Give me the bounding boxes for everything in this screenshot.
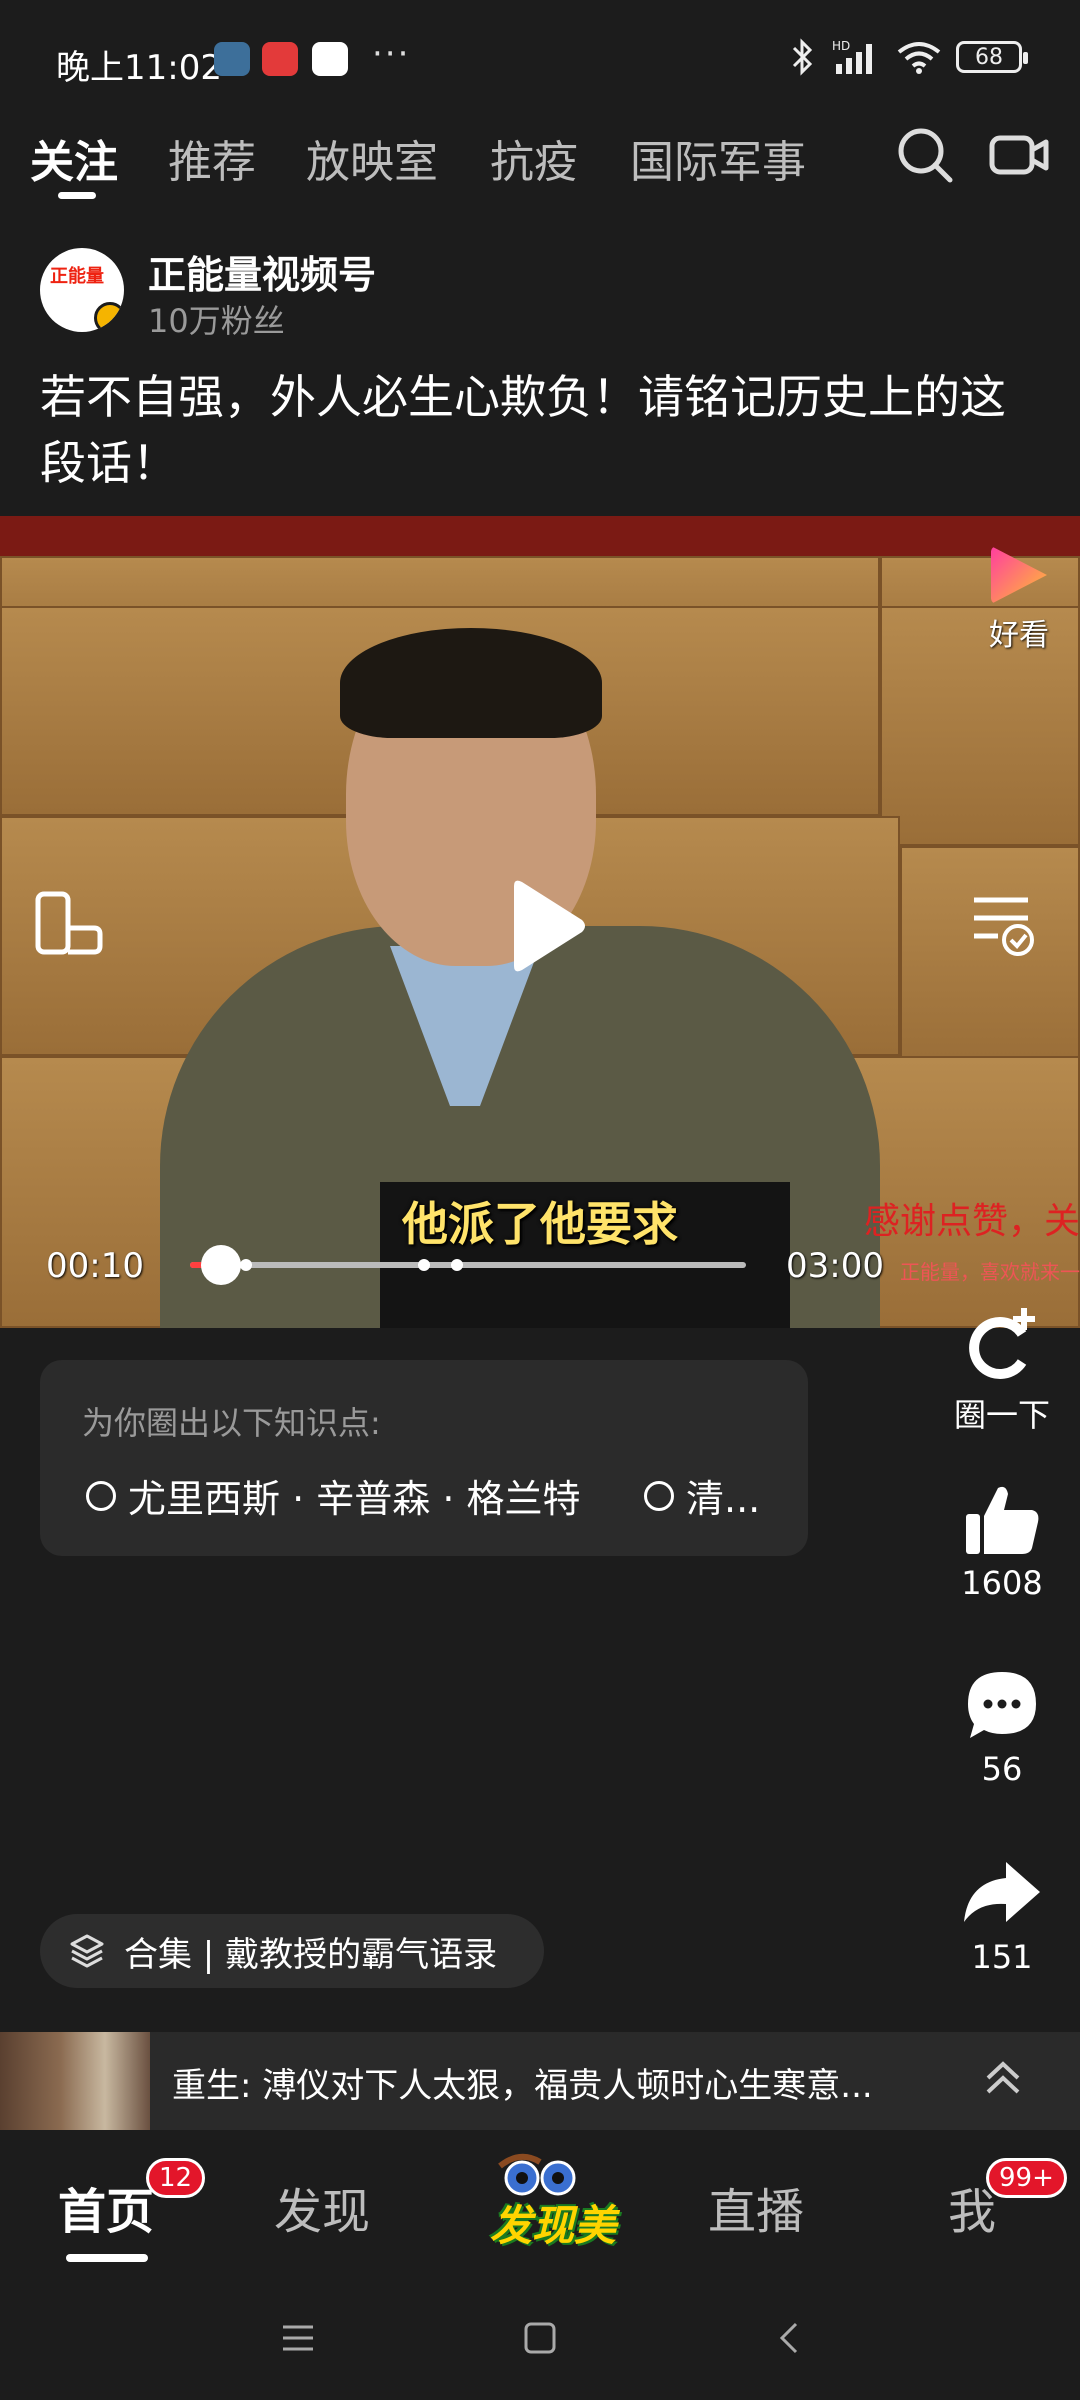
tab-cinema[interactable]: 放映室 bbox=[306, 126, 438, 190]
verified-badge-icon bbox=[94, 302, 124, 332]
circle-icon bbox=[86, 1480, 116, 1511]
play-icon[interactable] bbox=[500, 876, 590, 976]
signal-icon: HD bbox=[832, 39, 872, 74]
author-name[interactable]: 正能量视频号 bbox=[148, 244, 376, 299]
knowledge-item-label: 尤里西斯 · 辛普森 · 格兰特 bbox=[128, 1477, 581, 1521]
knowledge-item[interactable]: 尤里西斯 · 辛普森 · 格兰特 bbox=[86, 1468, 580, 1523]
settings-app-icon bbox=[214, 42, 250, 76]
knowledge-item[interactable]: 清... bbox=[644, 1468, 760, 1523]
progress-track[interactable] bbox=[190, 1245, 746, 1285]
me-badge: 99+ bbox=[986, 2158, 1067, 2198]
knowledge-heading: 为你圈出以下知识点: bbox=[82, 1404, 381, 1442]
total-time: 03:00 bbox=[786, 1246, 884, 1286]
home-badge: 12 bbox=[146, 2158, 206, 2198]
menu-icon[interactable] bbox=[280, 2320, 316, 2356]
status-bar: 晚上11:02 ··· HD 68 bbox=[0, 0, 1080, 100]
video-watermark: 感谢点赞，关 bbox=[863, 1201, 1080, 1242]
circle-action[interactable]: 圈一下 bbox=[932, 1304, 1072, 1436]
active-nav-indicator bbox=[66, 2254, 148, 2262]
chapter-mark bbox=[239, 1259, 252, 1271]
like-count: 1608 bbox=[961, 1564, 1043, 1602]
status-time: 晚上11:02 bbox=[56, 48, 222, 88]
chapter-mark bbox=[450, 1259, 463, 1271]
knowledge-points-card: 为你圈出以下知识点: 尤里西斯 · 辛普森 · 格兰特 清... bbox=[40, 1360, 808, 1556]
tab-anti-epidemic[interactable]: 抗疫 bbox=[490, 126, 578, 190]
tab-international-military[interactable]: 国际军事 bbox=[630, 126, 806, 190]
more-notifications-icon: ··· bbox=[372, 34, 411, 74]
comment-action[interactable]: 56 bbox=[932, 1668, 1072, 1788]
nav-discover[interactable]: 发现 bbox=[274, 2172, 370, 2242]
next-video-thumbnail bbox=[0, 2032, 150, 2130]
rotate-screen-icon[interactable] bbox=[34, 888, 106, 960]
back-icon[interactable] bbox=[772, 2320, 808, 2356]
discover-logo-text: 发现美 bbox=[490, 2201, 617, 2250]
author-info[interactable]: 正能量 正能量视频号 10万粉丝 bbox=[40, 244, 640, 340]
comment-count: 56 bbox=[981, 1750, 1023, 1788]
home-square-icon[interactable] bbox=[522, 2320, 558, 2356]
battery-level: 68 bbox=[975, 44, 1003, 70]
haokan-logo[interactable]: 好看 bbox=[982, 546, 1056, 654]
collection-pill[interactable]: 合集 | 戴教授的霸气语录 bbox=[40, 1914, 544, 1988]
search-icon[interactable] bbox=[894, 124, 956, 186]
system-navigation bbox=[0, 2280, 1080, 2400]
circle-plus-icon bbox=[969, 1308, 1035, 1379]
wifi-icon bbox=[897, 42, 941, 74]
next-video-title: 重生: 溥仪对下人太狠，福贵人顿时心生寒意... bbox=[172, 2066, 873, 2106]
author-fans-count: 10万粉丝 bbox=[148, 302, 285, 340]
layers-icon bbox=[70, 1934, 104, 1968]
tab-recommended[interactable]: 推荐 bbox=[168, 126, 256, 190]
nav-home[interactable]: 首页 bbox=[58, 2172, 154, 2242]
bottom-navigation: 首页 12 发现 发现美 直播 我 99+ bbox=[0, 2130, 1080, 2280]
bluetooth-icon bbox=[792, 38, 813, 76]
progress-thumb[interactable] bbox=[200, 1245, 241, 1285]
collection-label: 合集 | 戴教授的霸气语录 bbox=[124, 1934, 498, 1975]
haokan-label: 好看 bbox=[989, 618, 1049, 653]
author-avatar[interactable]: 正能量 bbox=[40, 248, 124, 332]
share-action[interactable]: 151 bbox=[932, 1856, 1072, 1976]
like-action[interactable]: 1608 bbox=[932, 1482, 1072, 1602]
tab-following[interactable]: 关注 bbox=[30, 126, 118, 190]
red-app-icon bbox=[262, 42, 298, 76]
video-watermark: 正能量，喜欢就来一 bbox=[900, 1260, 1080, 1284]
knowledge-item-label: 清... bbox=[686, 1477, 761, 1521]
haokan-play-icon bbox=[991, 546, 1047, 604]
share-count: 151 bbox=[971, 1938, 1033, 1976]
thumbs-up-icon bbox=[966, 1486, 1039, 1554]
nav-live[interactable]: 直播 bbox=[708, 2172, 804, 2242]
play-store-icon bbox=[312, 42, 348, 76]
comment-icon bbox=[968, 1672, 1036, 1738]
video-player[interactable]: 他派了他要求 感谢点赞，关 正能量，喜欢就来一 好看 00:10 03:00 bbox=[0, 516, 1080, 1328]
video-title: 若不自强，外人必生心欺负！请铭记历史上的这段话！ bbox=[40, 370, 1006, 490]
status-indicators: HD 68 bbox=[790, 38, 1028, 76]
speaker-figure bbox=[340, 628, 602, 738]
circle-label: 圈一下 bbox=[953, 1396, 1050, 1434]
playlist-check-icon[interactable] bbox=[968, 888, 1040, 960]
next-video-bar[interactable]: 重生: 溥仪对下人太狠，福贵人顿时心生寒意... bbox=[0, 2032, 1080, 2130]
svg-text:HD: HD bbox=[832, 39, 850, 53]
share-arrow-icon bbox=[964, 1862, 1040, 1922]
circle-icon bbox=[644, 1480, 674, 1511]
battery-icon: 68 bbox=[956, 41, 1028, 73]
current-time: 00:10 bbox=[46, 1246, 144, 1286]
chevron-up-icon[interactable] bbox=[978, 2054, 1028, 2104]
chapter-mark bbox=[417, 1259, 430, 1271]
video-backdrop bbox=[0, 516, 1080, 556]
avatar-logo-text: 正能量 bbox=[50, 266, 104, 287]
active-tab-indicator bbox=[58, 192, 96, 199]
video-camera-icon[interactable] bbox=[988, 124, 1050, 186]
